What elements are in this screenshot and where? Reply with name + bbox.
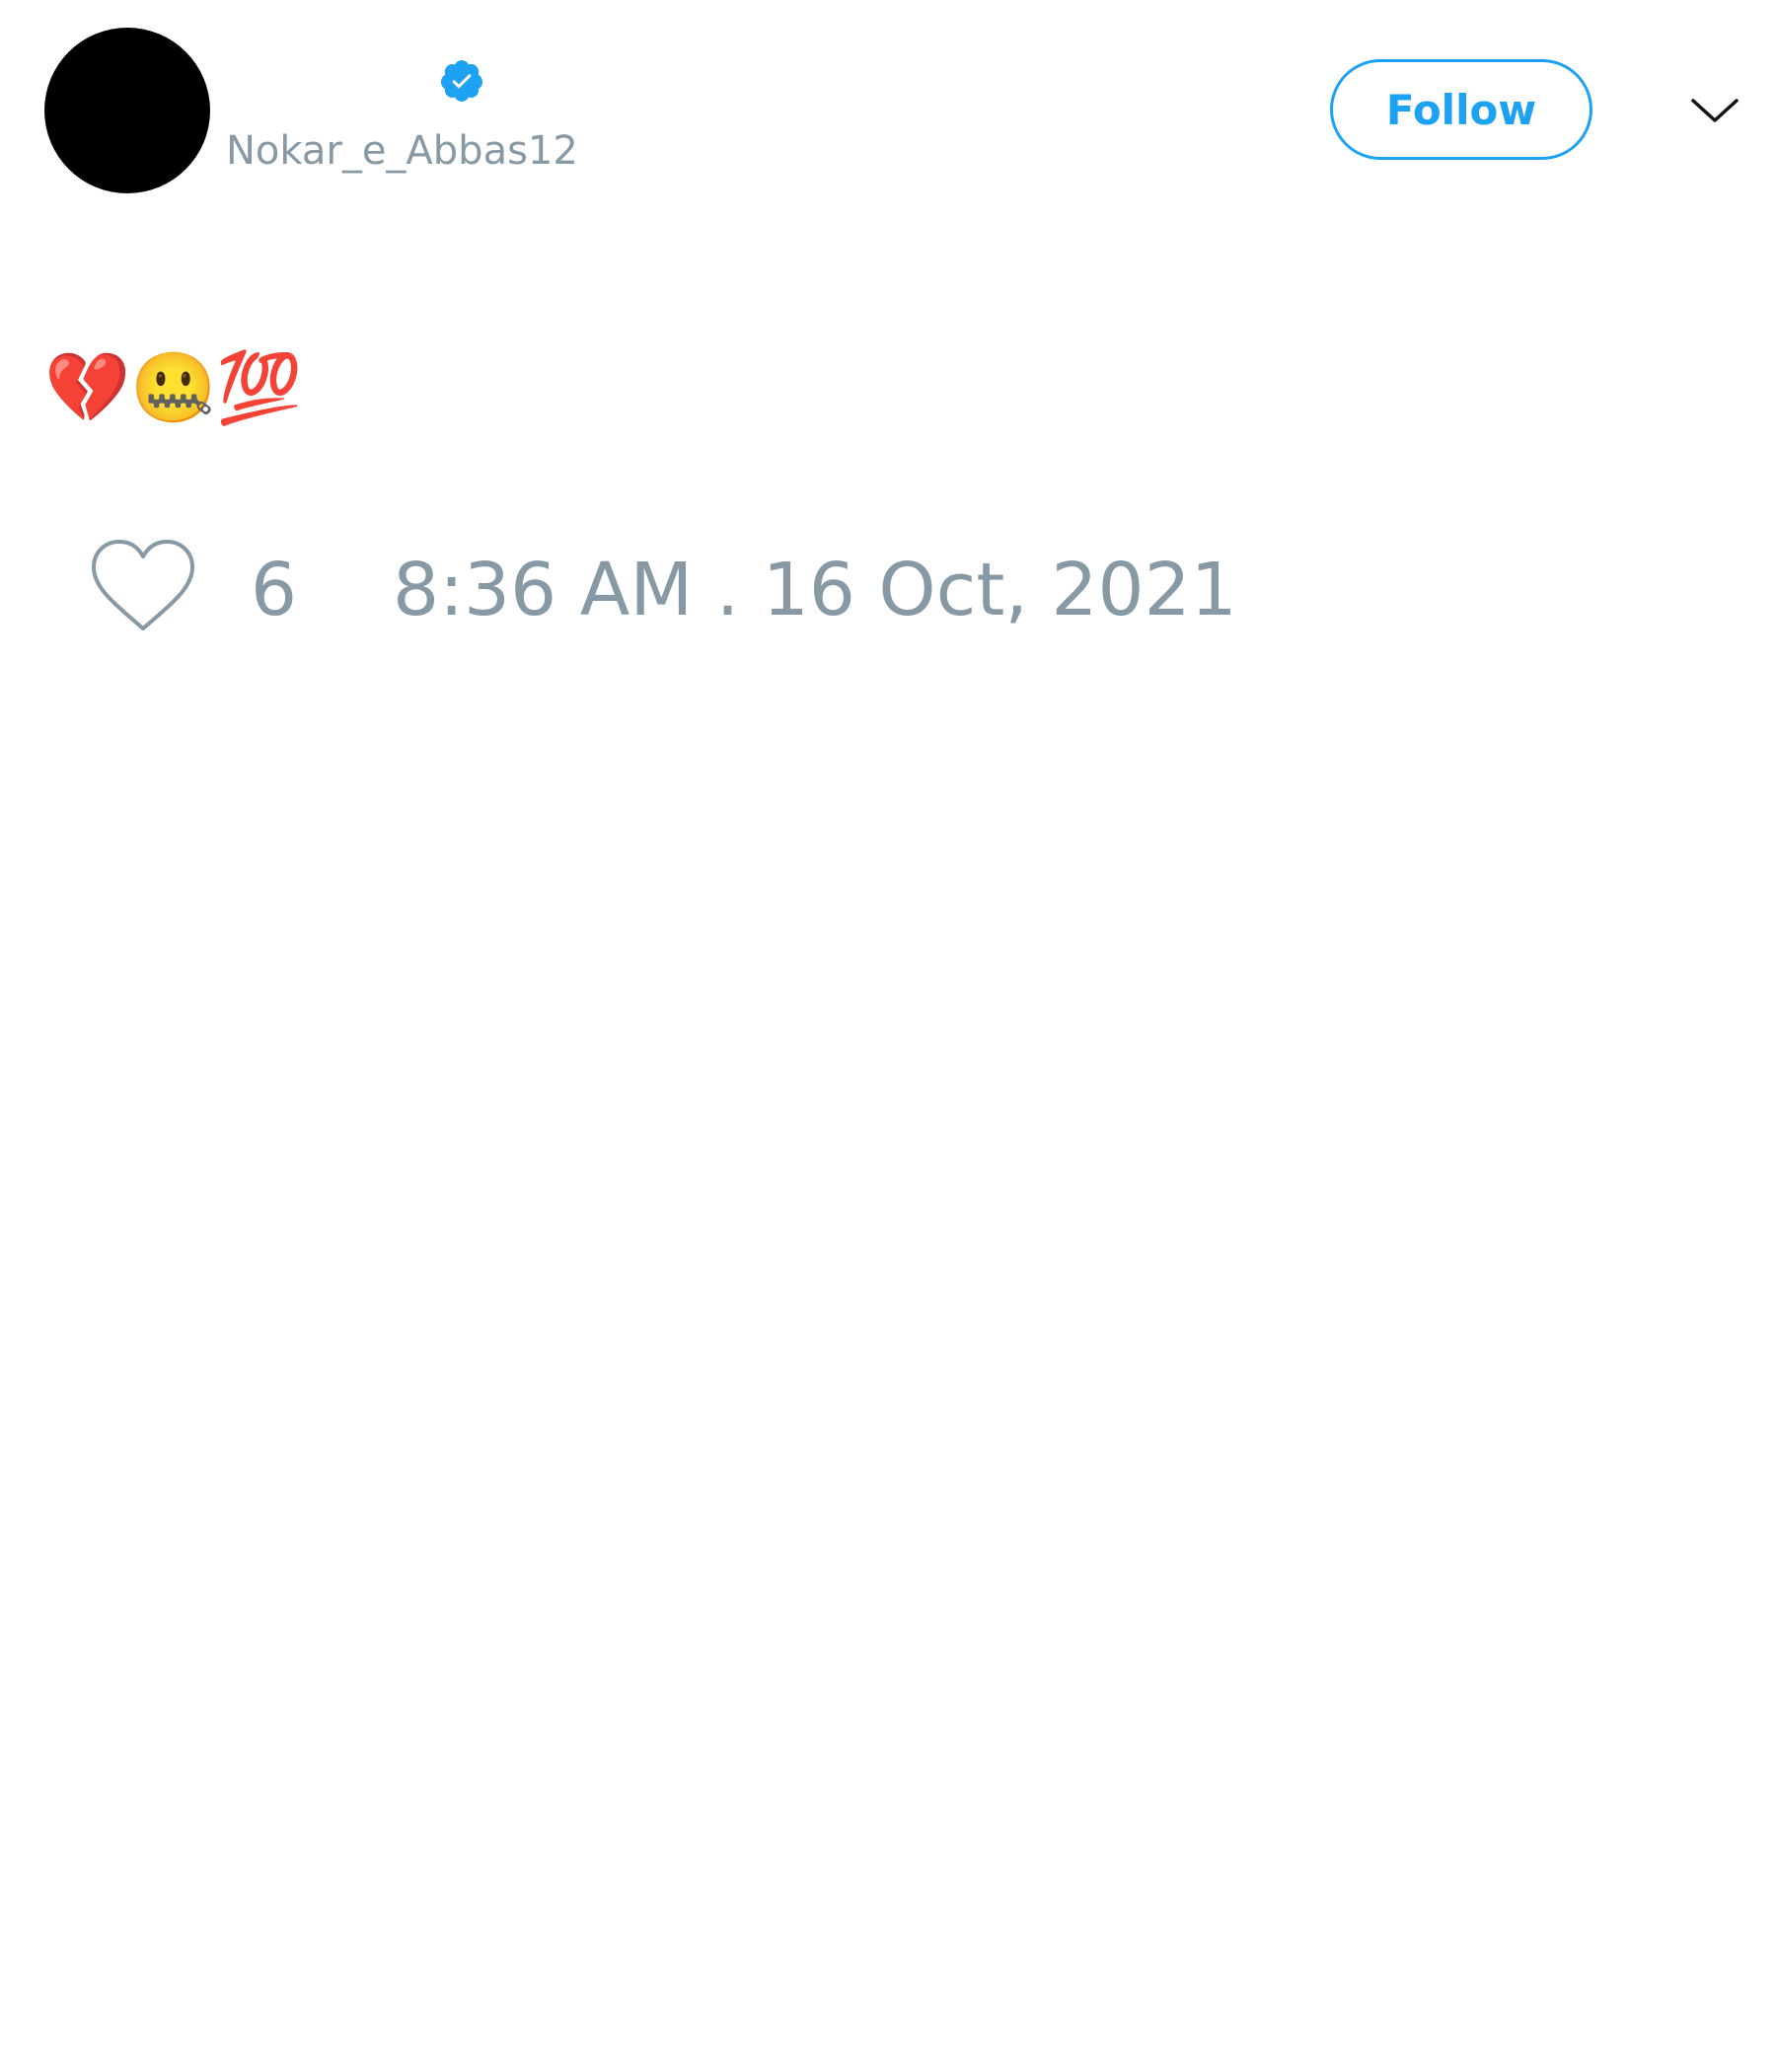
follow-button[interactable]: Follow xyxy=(1330,59,1592,160)
user-handle[interactable]: Nokar_e_Abbas12 xyxy=(226,126,578,176)
avatar[interactable] xyxy=(44,28,210,193)
tweet-text: 💔🤐💯 xyxy=(44,347,303,428)
tweet-timestamp[interactable]: 8:36 AM . 16 Oct, 2021 xyxy=(393,549,1237,631)
like-count: 6 xyxy=(251,548,298,632)
verified-badge-icon xyxy=(440,60,482,102)
tweet-card: Nokar_e_Abbas12 Follow 💔🤐💯 6 8:36 AM . 1… xyxy=(0,0,1776,2072)
heart-icon[interactable] xyxy=(89,538,197,636)
chevron-down-icon[interactable] xyxy=(1689,87,1740,134)
